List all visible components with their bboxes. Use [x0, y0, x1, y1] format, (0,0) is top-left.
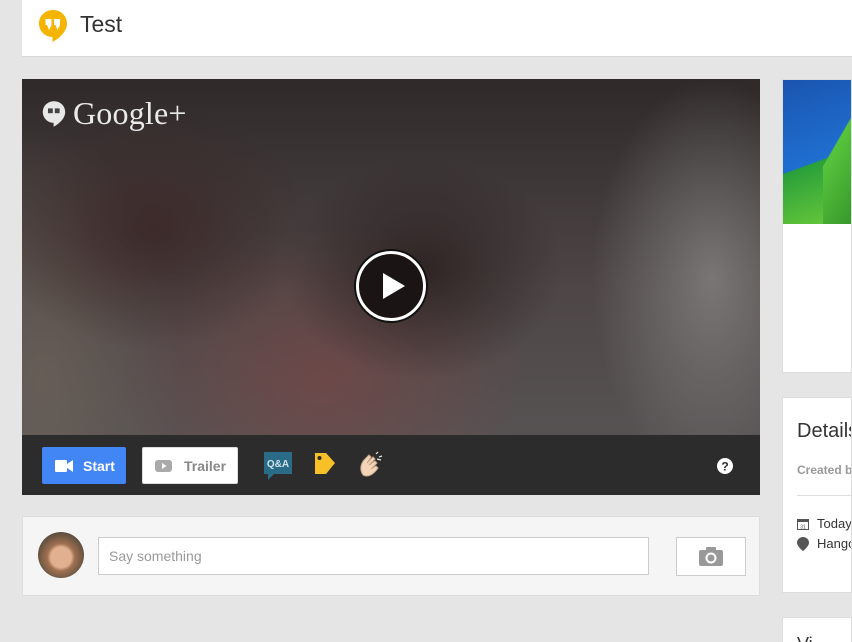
calendar-icon: 31 — [797, 518, 809, 530]
qa-icon: Q&A — [264, 452, 292, 480]
bottom-card: Vi — [782, 617, 852, 642]
date-row: 31 Today — [797, 516, 852, 531]
bottom-card-title: Vi — [797, 634, 813, 642]
google-plus-brand: Google+ — [42, 95, 187, 132]
qa-label: Q&A — [267, 459, 289, 470]
applause-button[interactable] — [357, 451, 385, 484]
details-card: Details Created b 31 Today Hango — [782, 397, 852, 593]
trailer-button[interactable]: Trailer — [142, 447, 238, 484]
divider — [797, 495, 851, 496]
event-cover-image — [783, 80, 851, 224]
hangouts-icon — [42, 100, 66, 127]
comment-input[interactable]: Say something — [98, 537, 649, 575]
created-by-label: Created b — [797, 463, 852, 477]
map-pin-icon — [797, 536, 809, 551]
avatar[interactable] — [38, 532, 84, 578]
start-button[interactable]: Start — [42, 447, 126, 484]
camera-button[interactable] — [676, 537, 746, 576]
svg-text:?: ? — [721, 460, 728, 474]
brand-text: Google+ — [73, 95, 187, 131]
hangouts-icon — [39, 10, 67, 42]
tag-button[interactable] — [313, 451, 337, 482]
help-button[interactable]: ? — [717, 458, 733, 479]
date-text: Today — [817, 516, 852, 531]
video-controls: Start Trailer Q&A ? — [22, 435, 760, 495]
page-title: Test — [80, 11, 123, 37]
applause-icon — [360, 451, 383, 477]
qa-button[interactable]: Q&A — [264, 452, 292, 485]
video-camera-icon — [55, 459, 73, 472]
comment-composer: Say something — [22, 516, 760, 596]
video-player[interactable]: Google+ Start Trailer Q&A ? — [22, 79, 760, 495]
event-cover-card — [782, 79, 852, 373]
youtube-icon — [155, 459, 172, 472]
help-icon: ? — [717, 458, 733, 474]
tag-icon — [315, 453, 335, 474]
location-row: Hango — [797, 536, 852, 551]
trailer-label: Trailer — [184, 457, 227, 474]
location-text: Hango — [817, 536, 852, 551]
svg-text:31: 31 — [800, 524, 806, 530]
header-bar: Test — [22, 0, 852, 57]
details-title: Details — [797, 420, 851, 442]
play-icon — [383, 273, 405, 299]
start-label: Start — [83, 457, 115, 474]
camera-icon — [699, 547, 723, 566]
play-button[interactable] — [356, 251, 426, 321]
